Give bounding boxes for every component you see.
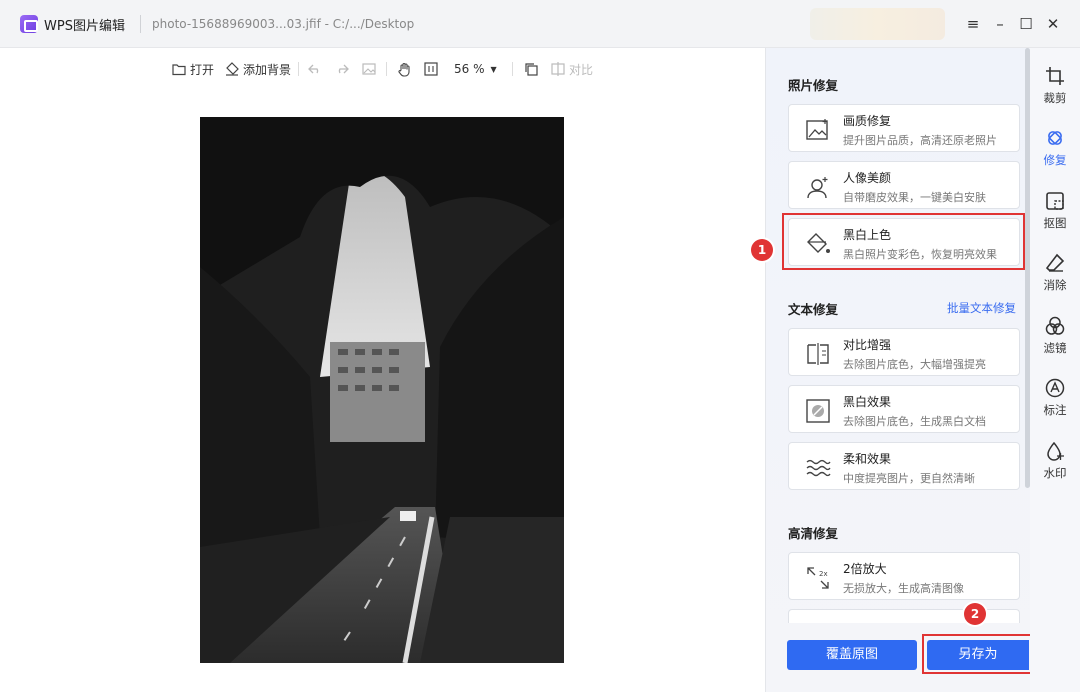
nav-item-cutout[interactable]: 抠图 [1030,191,1080,245]
undo-button[interactable] [308,60,326,78]
account-area[interactable] [810,8,945,40]
card-desc: 自带磨皮效果，一键美白安肤 [843,191,986,204]
toolbar-divider [386,62,387,76]
fit-screen-button[interactable] [424,60,442,78]
copy-icon [525,63,538,76]
nav-label: 标注 [1043,403,1067,417]
overwrite-original-button[interactable]: 覆盖原图 [787,640,917,670]
compare-label: 对比 [569,62,594,77]
card-title: 黑白效果 [843,395,892,409]
zoom-dropdown[interactable]: 56 % ▼ [454,60,497,78]
undo-icon [308,64,319,74]
nav-label: 裁剪 [1043,91,1067,105]
chevron-down-icon: ▼ [490,64,497,74]
toolbar-divider [298,62,299,76]
maximize-button[interactable]: ☐ [1016,14,1036,34]
cutout-icon [1046,192,1064,210]
highlight-colorize [782,213,1025,270]
step-badge-2: 2 [964,603,986,625]
open-button[interactable]: 打开 [172,60,214,78]
nav-label: 滤镜 [1043,341,1067,355]
card-bw-effect[interactable]: 黑白效果 去除图片底色，生成黑白文档 [788,385,1020,433]
card-soft-effect[interactable]: 柔和效果 中度提亮图片，更自然清晰 [788,442,1020,490]
svg-text:2x: 2x [819,570,828,578]
compare-icon [551,62,565,76]
card-desc: 中度提亮图片，更自然清晰 [843,472,975,485]
card-title: 柔和效果 [843,452,892,466]
hand-tool-button[interactable] [397,60,416,78]
card-portrait-beauty[interactable]: 人像美颜 自带磨皮效果，一键美白安肤 [788,161,1020,209]
save-as-button[interactable]: 另存为 [927,640,1029,670]
toolbar-divider [512,62,513,76]
image-quality-icon [806,119,828,140]
title-bar: WPS图片编辑 photo-15688969003...03.jfif - C:… [0,0,1080,48]
card-title: 2倍放大 [843,562,887,576]
photo-preview[interactable] [200,117,564,663]
portrait-icon [807,177,828,199]
step-badge-1: 1 [751,239,773,261]
copy-button[interactable] [524,60,542,78]
section-title-hd-repair: 高清修复 [788,526,839,541]
fit-screen-icon [424,62,438,76]
nav-item-erase[interactable]: 消除 [1030,253,1080,307]
card-title: 画质修复 [843,114,892,128]
card-desc: 提升图片品质，高清还原老照片 [843,134,997,147]
side-nav: 裁剪 修复 抠图 消除 滤镜 标注 水印 [1030,48,1080,692]
contrast-icon [807,343,829,365]
folder-icon [172,63,186,75]
menu-icon[interactable]: ≡ [963,14,983,34]
eraser-icon [1045,253,1065,272]
card-contrast-enhance[interactable]: 对比增强 去除图片底色，大幅增强提亮 [788,328,1020,376]
nav-item-repair[interactable]: 修复 [1030,128,1080,182]
file-path: photo-15688969003...03.jfif - C:/.../Des… [152,17,415,31]
card-desc: 去除图片底色，生成黑白文档 [843,415,986,428]
nav-item-crop[interactable]: 裁剪 [1030,66,1080,120]
repair-panel: 照片修复 画质修复 提升图片品质，高清还原老照片 人像美颜 自带磨皮效果，一键美… [765,48,1030,692]
app-name: WPS图片编辑 [44,19,125,34]
nav-label: 消除 [1043,278,1067,292]
soft-effect-icon [806,459,831,477]
nav-label: 修复 [1043,153,1067,167]
card-desc: 去除图片底色，大幅增强提亮 [843,358,986,371]
nav-label: 抠图 [1043,216,1067,230]
card-title: 人像美颜 [843,171,892,185]
filter-icon [1045,316,1065,335]
add-background-button[interactable]: 添加背景 [225,60,291,78]
redo-button[interactable] [335,60,353,78]
repair-icon [1048,131,1062,145]
app-logo-icon [20,15,38,33]
image-button[interactable] [362,60,380,78]
card-upscale-2x[interactable]: 2x 2倍放大 无损放大，生成高清图像 [788,552,1020,600]
card-desc: 无损放大，生成高清图像 [843,582,964,595]
watermark-icon [1047,441,1064,461]
nav-item-annotate[interactable]: 标注 [1030,378,1080,432]
crop-icon [1046,67,1064,85]
image-icon [362,63,376,75]
upscale-icon: 2x [807,567,829,589]
card-title: 对比增强 [843,338,892,352]
bw-effect-icon [806,399,830,423]
section-title-photo-repair: 照片修复 [788,78,839,93]
close-button[interactable]: ✕ [1043,14,1063,34]
nav-label: 水印 [1043,466,1067,480]
title-divider [140,15,141,33]
nav-item-watermark[interactable]: 水印 [1030,441,1080,495]
minimize-button[interactable]: – [990,14,1010,34]
compare-button[interactable]: 对比 [551,60,593,78]
open-label: 打开 [190,62,215,77]
nav-item-filter[interactable]: 滤镜 [1030,316,1080,370]
toolbar: 打开 添加背景 56 % ▼ 对比 [0,48,765,88]
section-title-text-repair: 文本修复 [788,302,839,317]
annotate-icon [1045,378,1065,398]
background-icon [226,62,239,76]
add-background-label: 添加背景 [243,62,292,77]
card-quality-repair[interactable]: 画质修复 提升图片品质，高清还原老照片 [788,104,1020,152]
hand-icon [398,62,410,77]
redo-icon [338,64,349,74]
photo-image [200,117,564,663]
batch-text-repair-link[interactable]: 批量文本修复 [947,300,1016,316]
zoom-value: 56 % [454,62,485,76]
